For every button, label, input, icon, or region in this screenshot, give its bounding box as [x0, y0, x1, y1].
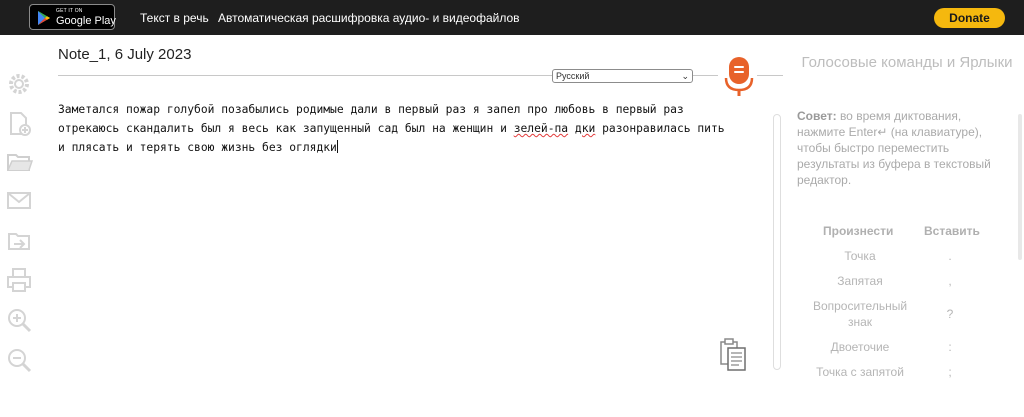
microphone-icon	[724, 57, 754, 96]
nav-link-text-to-speech[interactable]: Текст в речь	[140, 11, 209, 25]
tip-label: Совет:	[797, 109, 837, 123]
editor-line-text: отрекаюсь скандалить был я весь как запу…	[58, 122, 514, 135]
editor-scrollbar[interactable]	[773, 114, 781, 370]
text-editor[interactable]: Заметался пожар голубой позабылись родим…	[58, 100, 728, 157]
command-say: Точка	[844, 249, 876, 263]
editor-line-text: и плясать и терять свою жизнь без оглядк…	[58, 141, 337, 154]
zoom-out-icon[interactable]	[5, 346, 33, 374]
editor-line: и плясать и терять свою жизнь без оглядк…	[58, 138, 728, 157]
command-insert: .	[948, 249, 952, 263]
language-value: Русский	[556, 71, 590, 81]
tip-text: Совет: во время диктования, нажмите Ente…	[797, 108, 997, 188]
command-say: Вопросительный знак	[812, 299, 908, 329]
mic-divider	[757, 75, 783, 76]
panel-scrollbar[interactable]	[1018, 114, 1022, 260]
command-say: Точка с запятой	[816, 365, 904, 379]
google-play-icon	[38, 11, 50, 25]
editor-line-text: разонравилась пить	[595, 122, 725, 135]
print-icon[interactable]	[5, 266, 33, 294]
editor-line: отрекаюсь скандалить был я весь как запу…	[58, 119, 728, 138]
text-caret	[336, 140, 338, 153]
panel-title: Голосовые команды и Ярлыки	[801, 54, 1013, 71]
misspelled-word[interactable]: зелей-па	[514, 122, 568, 135]
nav-link-transcription[interactable]: Автоматическая расшифровка аудио- и виде…	[218, 11, 520, 25]
donate-button[interactable]: Donate	[934, 8, 1005, 28]
editor-line: Заметался пожар голубой позабылись родим…	[58, 103, 684, 116]
command-say: Запятая	[837, 274, 883, 288]
zoom-in-icon[interactable]	[5, 306, 33, 334]
new-document-icon[interactable]	[5, 110, 33, 138]
microphone-button[interactable]	[724, 56, 754, 98]
top-bar: GET IT ON Google Play Текст в речь Автом…	[0, 0, 1024, 35]
gear-icon[interactable]	[5, 70, 33, 98]
badge-small-text: GET IT ON	[56, 8, 83, 14]
column-header-say: Произнести	[823, 224, 894, 238]
export-icon[interactable]	[5, 226, 33, 254]
open-folder-icon[interactable]	[5, 148, 34, 176]
command-insert: ;	[948, 365, 952, 379]
email-icon[interactable]	[5, 186, 33, 214]
chevron-down-icon: ⌄	[681, 71, 689, 81]
badge-big-text: Google Play	[56, 15, 116, 27]
note-title[interactable]: Note_1, 6 July 2023	[58, 46, 191, 63]
command-insert: ?	[946, 307, 954, 321]
command-say: Двоеточие	[830, 340, 890, 354]
language-select[interactable]: Русский ⌄	[552, 69, 693, 83]
command-insert: ,	[948, 274, 952, 288]
column-header-insert: Вставить	[924, 224, 980, 238]
misspelled-word[interactable]: дки	[575, 122, 595, 135]
google-play-badge[interactable]: GET IT ON Google Play	[29, 4, 116, 30]
clipboard-copy-icon[interactable]	[719, 338, 747, 372]
command-insert: :	[948, 340, 952, 354]
